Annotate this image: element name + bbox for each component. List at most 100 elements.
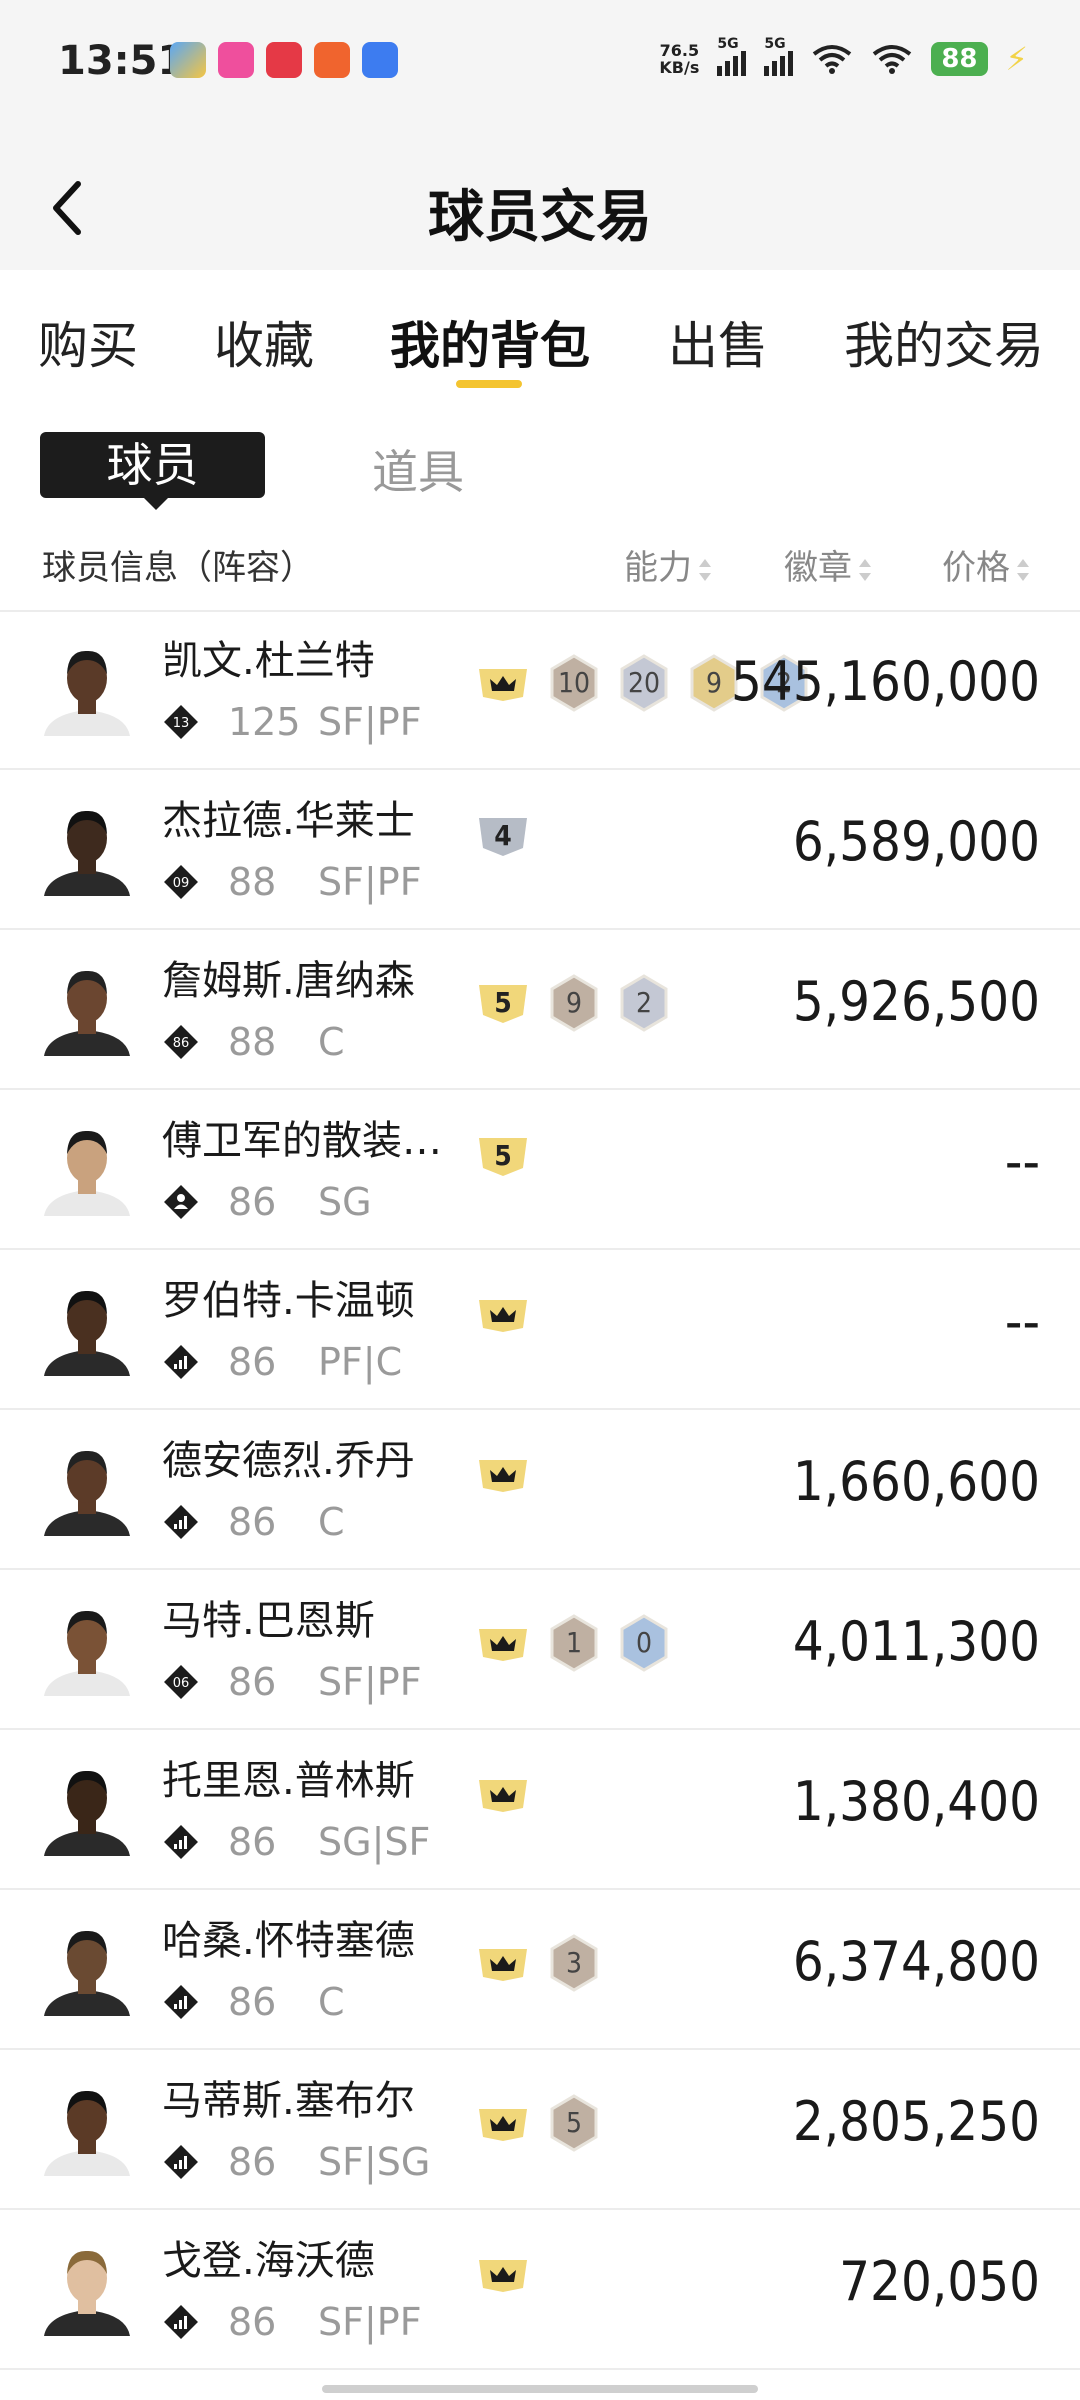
player-price: 1,660,600 — [792, 1450, 1040, 1513]
player-positions: C — [318, 1500, 345, 1544]
badge-count-chip: 2 — [618, 974, 670, 1032]
crown-badge-icon — [479, 2109, 527, 2141]
signal-label: 5G — [717, 36, 739, 52]
player-price: -- — [1004, 1290, 1040, 1353]
player-name: 傅卫军的散装… — [162, 1118, 442, 1164]
crown-badge-icon — [479, 1629, 527, 1661]
player-name: 哈桑.怀特塞德 — [162, 1918, 415, 1964]
badge-count: 0 — [635, 1626, 653, 1659]
home-indicator[interactable] — [322, 2385, 758, 2393]
player-row[interactable]: 詹姆斯.唐纳森 86 88 C 5 9 2 5,926,500 — [0, 930, 1080, 1090]
subtab-players[interactable]: 球员 — [40, 432, 265, 510]
status-app-icons — [170, 42, 398, 78]
column-price-label: 价格 — [942, 548, 1010, 588]
tab-my-backpack[interactable]: 我的背包 — [390, 306, 590, 378]
column-ability-sort[interactable]: 能力 — [624, 540, 712, 589]
player-row[interactable]: 马蒂斯.塞布尔 86 SF|SG 5 2,805,250 — [0, 2050, 1080, 2210]
level-number: 5 — [494, 986, 512, 1019]
badge-count: 10 — [557, 666, 591, 699]
team-number-badge-icon: 86 — [164, 1025, 198, 1059]
subtab-items[interactable]: 道具 — [372, 436, 464, 502]
player-avatar — [38, 1118, 136, 1216]
player-name: 马特.巴恩斯 — [162, 1598, 375, 1644]
status-bar: 13:51 76.5 KB/s 5G 5G 88 ⚡ — [0, 0, 1080, 130]
player-name: 杰拉德.华莱士 — [162, 798, 415, 844]
crown-badge-icon — [479, 2260, 527, 2292]
player-badges — [476, 1294, 530, 1334]
sort-icon — [859, 558, 871, 581]
column-badges-sort[interactable]: 徽章 — [784, 540, 872, 589]
player-row[interactable]: 马特.巴恩斯 06 86 SF|PF 1 0 4,011,300 — [0, 1570, 1080, 1730]
player-row[interactable]: 托里恩.普林斯 86 SG|SF 1,380,400 — [0, 1730, 1080, 1890]
player-row[interactable]: 戈登.海沃德 86 SF|PF 720,050 — [0, 2210, 1080, 2370]
signal-badge-icon — [164, 2145, 198, 2179]
badge-count-chip: 5 — [548, 2094, 600, 2152]
tab-my-trades[interactable]: 我的交易 — [844, 306, 1044, 378]
player-price: 2,805,250 — [792, 2090, 1040, 2153]
badge-count: 20 — [627, 666, 661, 699]
player-avatar — [38, 1278, 136, 1376]
player-avatar — [38, 2238, 136, 2336]
signal-badge-icon — [164, 1505, 198, 1539]
player-price: 6,589,000 — [792, 810, 1040, 873]
orange-app-icon — [314, 42, 350, 78]
player-name: 罗伯特.卡温顿 — [162, 1278, 415, 1324]
player-positions: SF|PF — [318, 700, 422, 744]
sub-tabs: 球员 道具 — [0, 410, 1080, 520]
player-meta: 86 SF|PF — [162, 2300, 422, 2344]
network-speed-unit: KB/s — [659, 58, 700, 77]
page-header: 球员交易 — [0, 130, 1080, 270]
player-positions: SF|PF — [318, 2300, 422, 2344]
badge-count: 3 — [565, 1946, 583, 1979]
player-avatar — [38, 958, 136, 1056]
tab-sell[interactable]: 出售 — [668, 306, 768, 378]
player-row[interactable]: 罗伯特.卡温顿 86 PF|C -- — [0, 1250, 1080, 1410]
player-ovr: 86 — [228, 1340, 277, 1384]
player-avatar — [38, 1438, 136, 1536]
player-row[interactable]: 凯文.杜兰特 13 125 SF|PF 10 20 9 2 545,160,000 — [0, 610, 1080, 770]
tab-favorites[interactable]: 收藏 — [214, 306, 314, 378]
player-row[interactable]: 哈桑.怀特塞德 86 C 3 6,374,800 — [0, 1890, 1080, 2050]
person-badge-icon — [164, 1185, 198, 1219]
level-number: 5 — [494, 1139, 512, 1172]
level-badge: 5 — [476, 1134, 530, 1178]
player-positions: SF|SG — [318, 2140, 431, 2184]
crown-badge-icon — [479, 1780, 527, 1812]
player-badges — [476, 1774, 530, 1814]
column-badges-label: 徽章 — [784, 548, 852, 588]
wifi-icon — [813, 45, 852, 74]
signal-badge-icon — [164, 1345, 198, 1379]
player-row[interactable]: 杰拉德.华莱士 09 88 SF|PF 4 6,589,000 — [0, 770, 1080, 930]
player-row[interactable]: 德安德烈.乔丹 86 C 1,660,600 — [0, 1410, 1080, 1570]
battery-level: 88 — [931, 42, 988, 76]
team-number-badge-icon: 06 — [164, 1665, 198, 1699]
player-ovr: 86 — [228, 1660, 277, 1704]
player-ovr: 86 — [228, 1180, 277, 1224]
player-avatar — [38, 1918, 136, 2016]
pink-app-icon — [218, 42, 254, 78]
level-number: 4 — [494, 819, 512, 852]
player-meta: 86 PF|C — [162, 1340, 402, 1384]
player-positions: C — [318, 1020, 345, 1064]
player-avatar — [38, 798, 136, 896]
player-row[interactable]: 傅卫军的散装… 86 SG 5 -- — [0, 1090, 1080, 1250]
player-avatar — [38, 1598, 136, 1696]
badge-count-chip: 20 — [618, 654, 670, 712]
player-price: 1,380,400 — [792, 1770, 1040, 1833]
player-price: 545,160,000 — [731, 650, 1040, 713]
badge-count: 5 — [565, 2106, 583, 2139]
player-meta: 86 SG — [162, 1180, 372, 1224]
player-badges: 5 — [476, 1134, 530, 1178]
team-number: 09 — [173, 876, 190, 891]
status-indicators: 76.5 KB/s 5G 5G 88 ⚡ — [659, 36, 1028, 78]
player-positions: SF|PF — [318, 1660, 422, 1704]
team-number: 06 — [173, 1676, 190, 1691]
column-price-sort[interactable]: 价格 — [942, 540, 1030, 589]
badge-count-chip: 10 — [548, 654, 600, 712]
badge-count: 2 — [635, 986, 653, 1019]
player-badges: 5 9 2 — [476, 974, 670, 1032]
tab-buy[interactable]: 购买 — [38, 306, 138, 378]
player-price: 4,011,300 — [792, 1610, 1040, 1673]
player-positions: SG — [318, 1180, 372, 1224]
signal-badge-icon — [164, 1985, 198, 2019]
